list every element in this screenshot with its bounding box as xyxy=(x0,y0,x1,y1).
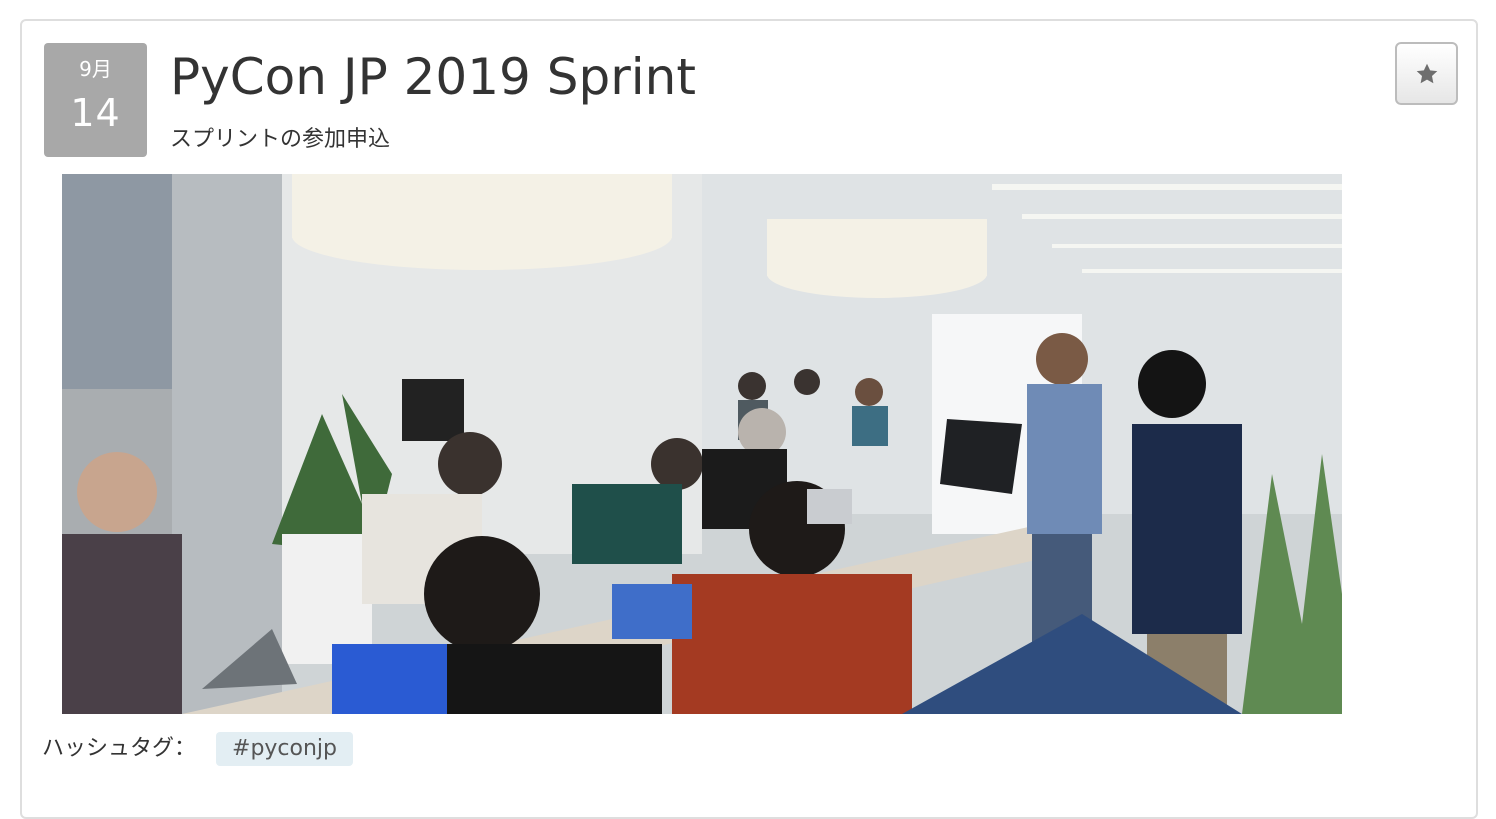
hashtag-row: ハッシュタグ： #pyconjp xyxy=(42,731,354,767)
hashtag-label: ハッシュタグ： xyxy=(42,736,197,761)
event-title[interactable]: PyCon JP 2019 Sprint xyxy=(170,43,696,111)
star-icon xyxy=(1416,63,1437,83)
sprint-photo xyxy=(62,174,1342,714)
event-image[interactable] xyxy=(62,174,1342,714)
event-subtitle: スプリントの参加申込 xyxy=(170,127,391,152)
event-card: 9月 14 PyCon JP 2019 Sprint スプリントの参加申込 ハッ… xyxy=(20,19,1478,819)
event-date-badge: 9月 14 xyxy=(44,43,147,157)
hashtag-chip[interactable]: #pyconjp xyxy=(216,732,354,766)
event-date-day: 14 xyxy=(70,91,121,135)
bookmark-star-button[interactable] xyxy=(1395,42,1458,105)
event-date-month: 9月 xyxy=(79,57,112,81)
